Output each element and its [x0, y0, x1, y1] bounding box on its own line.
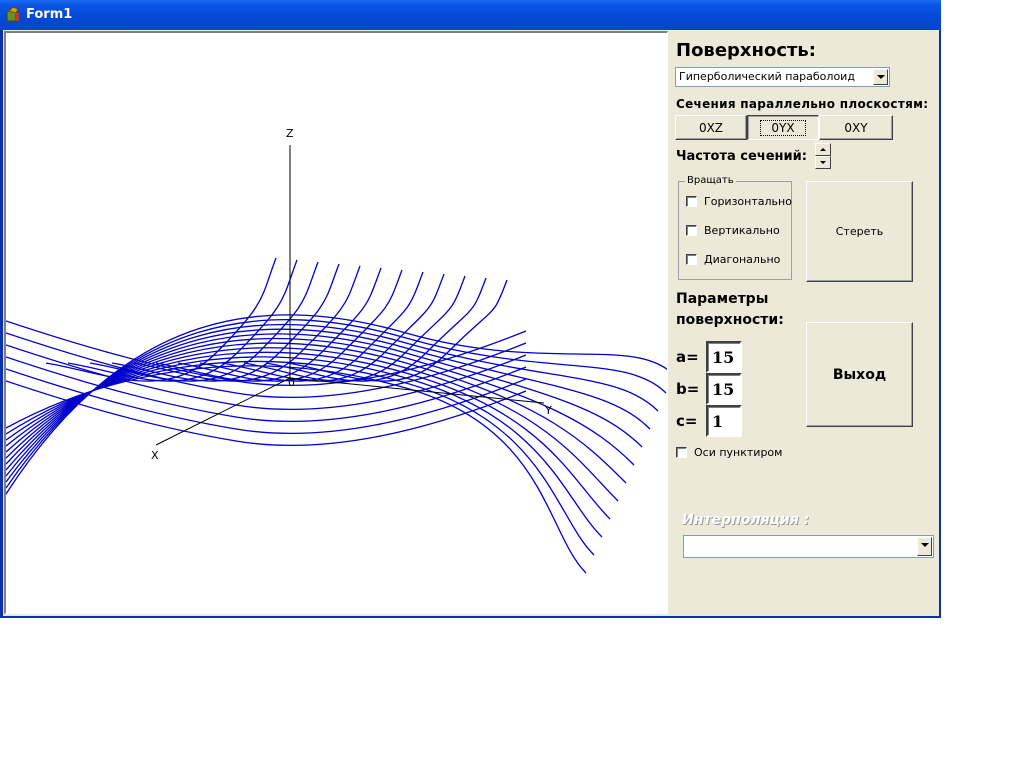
app-icon	[6, 7, 19, 22]
plot-canvas[interactable]: Z Y X 0	[4, 31, 668, 614]
param-a-input[interactable]: 15	[706, 341, 742, 373]
frequency-spinner[interactable]	[815, 143, 831, 170]
frequency-label: Частота сечений:	[676, 149, 807, 164]
dotted-axes-label: Оси пунктиром	[694, 446, 783, 459]
plane-button-label: 0XZ	[698, 120, 724, 135]
param-c-input[interactable]: 1	[706, 405, 742, 437]
exit-button[interactable]: Выход	[806, 322, 913, 427]
left-sweep-curve	[6, 368, 527, 434]
arrow-down-icon	[820, 161, 826, 164]
rotate-horizontal-checkbox[interactable]	[686, 196, 697, 207]
arrow-up-icon	[820, 148, 826, 151]
param-a-label: a=	[676, 348, 699, 366]
plane-button-0xy[interactable]: 0XY	[819, 115, 893, 140]
window-border	[0, 30, 3, 618]
rotate-diagonal-checkbox[interactable]	[686, 254, 697, 265]
arch-curve	[6, 333, 643, 471]
plane-button-0yx[interactable]: 0YX	[747, 115, 819, 140]
arch-curve	[6, 337, 635, 466]
surface-select-value: Гиперболический параболоид	[679, 70, 855, 83]
chevron-down-icon[interactable]	[873, 69, 888, 85]
exit-button-label: Выход	[832, 366, 887, 383]
rotate-diagonal-label: Диагонально	[704, 253, 781, 266]
spin-up-button[interactable]	[815, 143, 831, 156]
x-axis-label: X	[151, 449, 159, 462]
rotate-vertical-checkbox[interactable]	[686, 225, 697, 236]
left-sweep-curve	[6, 380, 527, 446]
rotate-horizontal-option[interactable]: Горизонтально	[686, 195, 792, 208]
param-c-label: c=	[676, 412, 698, 430]
y-axis-label: Y	[544, 404, 552, 417]
param-b-input[interactable]: 15	[706, 373, 742, 405]
arch-curve	[6, 314, 667, 495]
x-axis	[155, 377, 291, 446]
spin-down-button[interactable]	[815, 156, 831, 169]
plane-button-label: 0XY	[844, 120, 868, 135]
params-title-line1: Параметры	[676, 291, 769, 307]
bottom-select[interactable]	[683, 535, 934, 558]
origin-label: 0	[288, 376, 295, 389]
main-window: Form1 Z Y X 0 Поверхность: Гиперболическ…	[0, 0, 941, 618]
title-bar[interactable]: Form1	[0, 0, 941, 30]
dotted-axes-option[interactable]: Оси пунктиром	[676, 446, 782, 459]
sections-title: Сечения параллельно плоскостям:	[676, 97, 929, 111]
z-axis-label: Z	[286, 127, 294, 140]
rotate-vertical-label: Вертикально	[704, 224, 780, 237]
disabled-interpolation-label: Интерполяция :	[682, 512, 810, 528]
rotate-horizontal-label: Горизонтально	[704, 195, 792, 208]
dotted-axes-checkbox[interactable]	[676, 447, 687, 458]
rotate-vertical-option[interactable]: Вертикально	[686, 224, 780, 237]
param-b-label: b=	[676, 380, 700, 398]
window-title: Form1	[26, 7, 73, 22]
erase-button-label: Стереть	[835, 225, 884, 238]
arch-curve	[6, 323, 659, 483]
arch-curve	[6, 319, 667, 489]
plane-button-0xz[interactable]: 0XZ	[675, 115, 747, 140]
params-title-line2: поверхности:	[676, 312, 784, 328]
rotate-diagonal-option[interactable]: Диагонально	[686, 253, 780, 266]
surface-select[interactable]: Гиперболический параболоид	[675, 67, 890, 87]
surface-plot: Z Y X 0	[6, 127, 667, 574]
rotate-group-legend: Вращать	[685, 175, 736, 186]
chevron-down-icon[interactable]	[917, 537, 932, 556]
plane-button-label: 0YX	[760, 119, 806, 136]
arch-curve	[6, 347, 619, 502]
erase-button[interactable]: Стереть	[806, 181, 913, 282]
surface-title: Поверхность:	[676, 40, 817, 61]
